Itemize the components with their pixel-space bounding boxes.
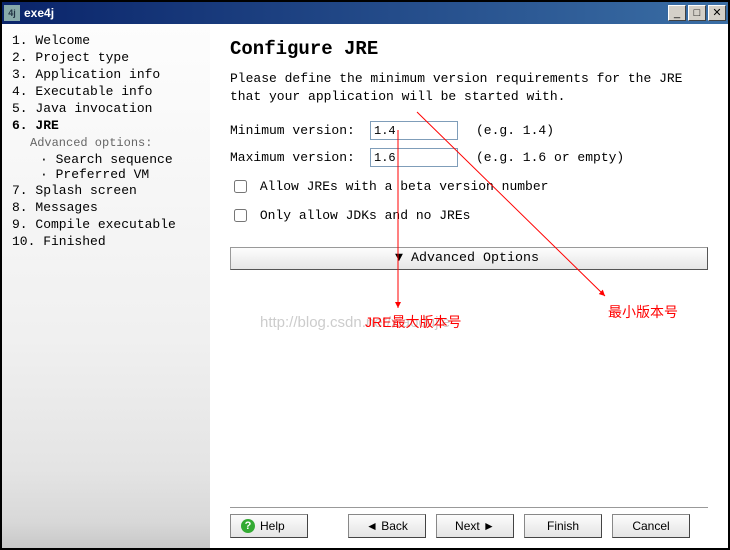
allow-beta-checkbox[interactable] [234, 180, 247, 193]
step-project-type[interactable]: 2. Project type [12, 49, 200, 66]
help-label: Help [260, 519, 285, 533]
advanced-options-button[interactable]: ▼ Advanced Options [230, 247, 708, 270]
watermark: http://blog.csdn.net/xiaodujie [260, 314, 450, 331]
step-messages[interactable]: 8. Messages [12, 199, 200, 216]
step-application-info[interactable]: 3. Application info [12, 66, 200, 83]
close-button[interactable]: ✕ [708, 5, 726, 21]
allow-beta-label: Allow JREs with a beta version number [260, 179, 549, 194]
max-version-input[interactable] [370, 148, 458, 167]
advanced-options-header: Advanced options: [30, 136, 200, 150]
max-version-label: Maximum version: [230, 150, 370, 165]
wizard-footer: ? Help ◄ Back Next ► Finish Cancel [230, 507, 708, 538]
finish-button[interactable]: Finish [524, 514, 602, 538]
step-finished[interactable]: 10. Finished [12, 233, 200, 250]
back-button[interactable]: ◄ Back [348, 514, 426, 538]
step-jre[interactable]: 6. JRE [12, 117, 200, 134]
maximize-button[interactable]: □ [688, 5, 706, 21]
cancel-button[interactable]: Cancel [612, 514, 690, 538]
page-title: Configure JRE [230, 38, 708, 60]
page-description: Please define the minimum version requir… [230, 70, 708, 105]
step-welcome[interactable]: 1. Welcome [12, 32, 200, 49]
adv-search-sequence[interactable]: · Search sequence [40, 152, 200, 167]
only-jdk-checkbox[interactable] [234, 209, 247, 222]
help-button[interactable]: ? Help [230, 514, 308, 538]
adv-preferred-vm[interactable]: · Preferred VM [40, 167, 200, 182]
min-version-input[interactable] [370, 121, 458, 140]
annotation-max-label: JRE最大版本号 [365, 312, 461, 332]
app-window: 4j exe4j _ □ ✕ 1. Welcome 2. Project typ… [0, 0, 730, 550]
max-version-hint: (e.g. 1.6 or empty) [476, 150, 624, 165]
app-icon: 4j [4, 5, 20, 21]
titlebar[interactable]: 4j exe4j _ □ ✕ [2, 2, 728, 24]
step-splash-screen[interactable]: 7. Splash screen [12, 182, 200, 199]
minimize-button[interactable]: _ [668, 5, 686, 21]
main-panel: Configure JRE Please define the minimum … [210, 24, 728, 548]
step-executable-info[interactable]: 4. Executable info [12, 83, 200, 100]
sidebar: 1. Welcome 2. Project type 3. Applicatio… [2, 24, 210, 548]
min-version-hint: (e.g. 1.4) [476, 123, 554, 138]
help-icon: ? [241, 519, 255, 533]
annotation-min-label: 最小版本号 [608, 302, 678, 322]
min-version-label: Minimum version: [230, 123, 370, 138]
window-title: exe4j [24, 6, 668, 20]
step-compile-executable[interactable]: 9. Compile executable [12, 216, 200, 233]
step-java-invocation[interactable]: 5. Java invocation [12, 100, 200, 117]
next-button[interactable]: Next ► [436, 514, 514, 538]
only-jdk-label: Only allow JDKs and no JREs [260, 208, 471, 223]
